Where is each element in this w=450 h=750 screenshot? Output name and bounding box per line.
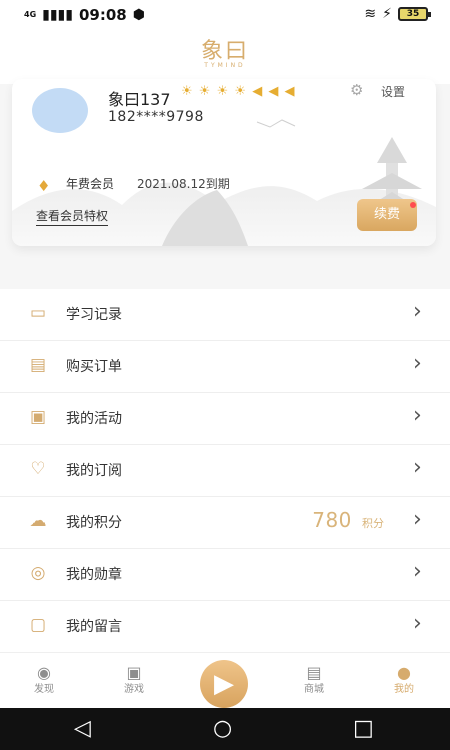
megaphone-icon: ◀ — [252, 84, 264, 99]
notification-icon: ⬢ — [132, 7, 145, 23]
renew-button[interactable]: 续费 — [357, 199, 417, 231]
message-icon: ▢ — [29, 615, 47, 635]
sun-icon: ☀ — [181, 84, 194, 99]
settings-label[interactable]: 设置 — [381, 83, 405, 100]
system-navigation-bar: ◁ ○ □ — [0, 708, 450, 750]
megaphone-icon: ◀ — [268, 84, 280, 99]
chevron-right-icon: › — [413, 559, 422, 584]
level-badges: ☀ ☀ ☀ ☀ ◀ ◀ ◀ — [181, 84, 295, 99]
clipboard-icon: ▤ — [29, 355, 47, 375]
nav-mine-active[interactable]: ● 我的 — [374, 653, 434, 709]
signal-icon: ▮▮▮▮ — [42, 7, 73, 23]
points-number: 780 — [312, 508, 352, 532]
chevron-right-icon: › — [413, 403, 422, 428]
menu-label: 我的积分 — [66, 515, 122, 531]
status-right: ≋ ⚡ 35 — [364, 6, 431, 22]
megaphone-icon: ◀ — [284, 84, 296, 99]
view-benefits-link[interactable]: 查看会员特权 — [36, 207, 109, 226]
menu-item-points[interactable]: ☁ 我的积分 780 积分 › — [0, 497, 450, 549]
wifi-icon: ≋ — [364, 6, 377, 22]
app-header: 象曰 TYMIND — [0, 28, 450, 84]
gift-icon: ▣ — [29, 407, 47, 427]
status-left: 4G ▮▮▮▮ 09:08 ⬢ — [24, 6, 145, 24]
nav-label: 商城 — [304, 684, 324, 695]
bag-icon: ▤ — [306, 663, 322, 682]
menu-item-study-record[interactable]: ▭ 学习记录 › — [0, 289, 450, 341]
menu-label: 我的留言 — [66, 619, 122, 635]
menu-label: 我的勋章 — [66, 567, 122, 583]
status-time: 09:08 — [78, 6, 127, 24]
back-icon[interactable]: ◁ — [74, 716, 91, 741]
menu-label: 购买订单 — [66, 359, 122, 375]
nav-label: 我的 — [394, 684, 414, 695]
cloud-sun-icon: ☁ — [29, 511, 47, 531]
play-button[interactable]: ▶ — [200, 660, 248, 708]
logo-text-cn: 象曰 — [200, 39, 249, 64]
sun-icon: ☀ — [198, 84, 212, 99]
play-icon: ▶ — [214, 669, 234, 699]
renew-label: 续费 — [373, 207, 400, 222]
sun-icon: ☀ — [216, 84, 230, 99]
menu-item-messages[interactable]: ▢ 我的留言 › — [0, 601, 450, 653]
notification-dot — [410, 202, 416, 208]
menu-label: 我的订阅 — [66, 463, 122, 479]
phone-number: 182****9798 — [108, 109, 204, 125]
menu-item-medals[interactable]: ◎ 我的勋章 › — [0, 549, 450, 601]
sun-icon: ☀ — [234, 84, 248, 99]
medal-icon: ◎ — [30, 563, 46, 583]
chevron-right-icon: › — [413, 611, 422, 636]
menu-label: 我的活动 — [66, 411, 122, 427]
chevron-right-icon: › — [413, 299, 422, 324]
bottom-navigation: ◉ 发现 ▣ 游戏 ▶ ▤ 商城 ● 我的 — [0, 652, 450, 708]
status-bar: 4G ▮▮▮▮ 09:08 ⬢ ≋ ⚡ 35 — [0, 0, 450, 28]
network-indicator: 4G — [24, 10, 37, 19]
battery-icon: 35 — [398, 7, 431, 21]
nav-label: 发现 — [34, 684, 54, 695]
nav-games[interactable]: ▣ 游戏 — [104, 653, 164, 709]
menu-item-activities[interactable]: ▣ 我的活动 › — [0, 393, 450, 445]
points-unit: 积分 — [362, 517, 384, 530]
nav-discover[interactable]: ◉ 发现 — [14, 653, 74, 709]
gear-icon[interactable]: ⚙ — [350, 81, 363, 99]
chevron-right-icon: › — [413, 351, 422, 376]
vip-crown-icon: ♦ — [37, 177, 51, 195]
recent-apps-icon[interactable]: □ — [353, 716, 374, 741]
username: 象曰137 — [108, 90, 171, 109]
membership-type: 年费会员 — [66, 177, 115, 191]
app-logo: 象曰 TYMIND — [195, 39, 255, 70]
avatar[interactable] — [32, 88, 88, 133]
home-icon[interactable]: ○ — [213, 716, 232, 741]
menu-item-orders[interactable]: ▤ 购买订单 › — [0, 341, 450, 393]
book-icon: ▭ — [29, 303, 47, 323]
nav-shop[interactable]: ▤ 商城 — [284, 653, 344, 709]
menu-label: 学习记录 — [66, 307, 122, 323]
menu-item-subscriptions[interactable]: ♡ 我的订阅 › — [0, 445, 450, 497]
nav-label: 游戏 — [124, 684, 144, 695]
heart-icon: ♡ — [30, 459, 46, 479]
compass-icon: ◉ — [37, 663, 51, 682]
membership-card: 象曰137 ☀ ☀ ☀ ☀ ◀ ◀ ◀ ⚙ 设置 182****9798 ♦ 年… — [12, 79, 436, 246]
chevron-right-icon: › — [413, 507, 422, 532]
points-value: 780 积分 — [312, 508, 384, 532]
user-icon: ● — [397, 663, 411, 682]
gamepad-icon: ▣ — [126, 663, 142, 682]
membership-expire-date: 2021.08.12到期 — [137, 177, 230, 191]
chevron-right-icon: › — [413, 455, 422, 480]
profile-menu: ▭ 学习记录 › ▤ 购买订单 › ▣ 我的活动 › ♡ 我的订阅 › ☁ 我的… — [0, 289, 450, 653]
charging-icon: ⚡ — [382, 6, 392, 22]
